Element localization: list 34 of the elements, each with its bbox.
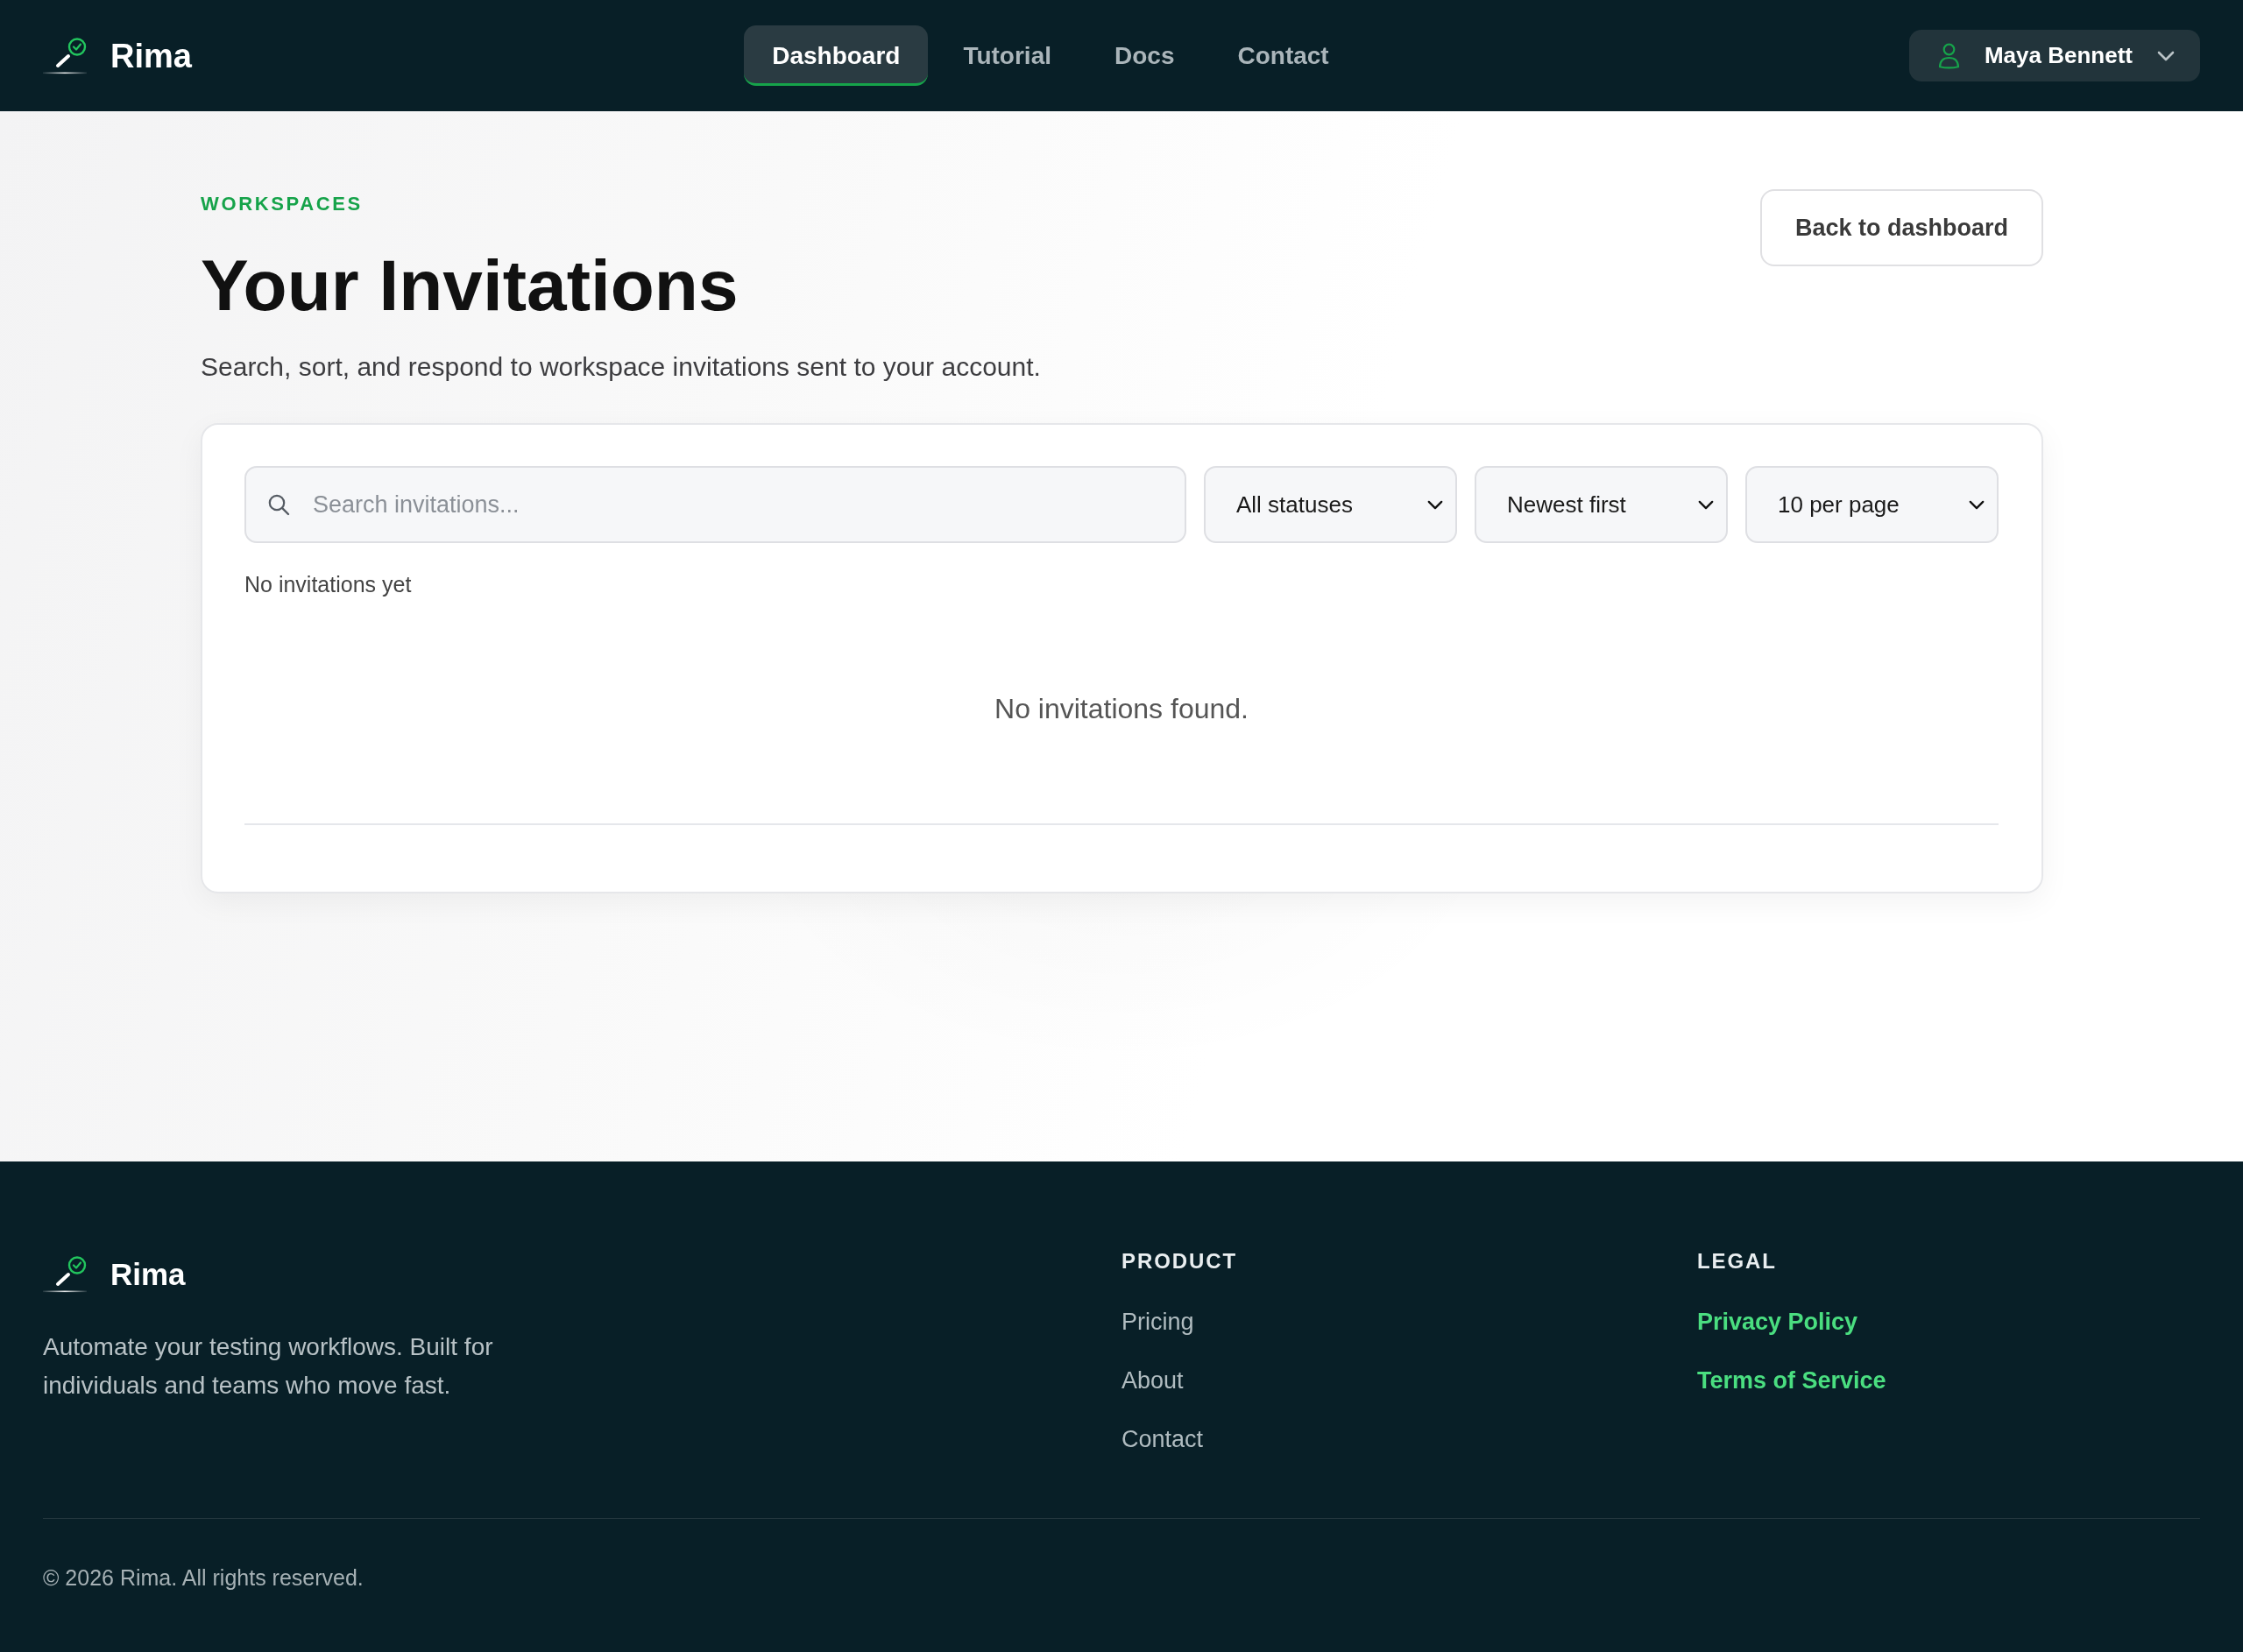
- nav-tab[interactable]: Dashboard: [744, 25, 929, 86]
- footer-brand-name: Rima: [110, 1256, 186, 1293]
- search-icon: [267, 493, 290, 516]
- back-to-dashboard-button[interactable]: Back to dashboard: [1759, 189, 2043, 266]
- footer-link[interactable]: About: [1122, 1363, 1184, 1398]
- page-subtitle: Search, sort, and respond to workspace invitations sent to your account.: [201, 351, 1041, 383]
- chevron-down-icon: [2157, 50, 2175, 61]
- brand-name[interactable]: Rima: [110, 35, 192, 76]
- logo-icon: [43, 37, 87, 74]
- nav-tab[interactable]: Docs: [1086, 25, 1203, 86]
- chevron-down-icon: [1969, 499, 1985, 510]
- copyright-text: © 2026 Rima. All rights reserved.: [43, 1564, 364, 1592]
- section-eyebrow: WORKSPACES: [201, 193, 363, 215]
- dropdown-select[interactable]: All statuses: [1204, 466, 1457, 543]
- footer-link[interactable]: Terms of Service: [1697, 1363, 1886, 1398]
- footer-link[interactable]: Contact: [1122, 1422, 1204, 1457]
- footer-column-heading: PRODUCT: [1122, 1249, 1238, 1274]
- user-menu-button[interactable]: Maya Bennett: [1908, 30, 2200, 81]
- nav-tab[interactable]: Tutorial: [935, 25, 1079, 86]
- footer-column-heading: LEGAL: [1697, 1249, 1777, 1274]
- results-summary: No invitations yet: [244, 571, 412, 598]
- page-title: Your Invitations: [201, 247, 739, 324]
- nav-tab[interactable]: Contact: [1209, 25, 1357, 86]
- footer-tagline: Automate your testing workflows. Built for individuals and teams who move fast.: [43, 1332, 494, 1401]
- chevron-down-icon: [1698, 499, 1714, 510]
- footer-link[interactable]: Pricing: [1122, 1304, 1194, 1339]
- chevron-down-icon: [1427, 499, 1443, 510]
- dropdown-select[interactable]: Newest first: [1475, 466, 1728, 543]
- search-field[interactable]: Search invitations...: [244, 466, 1186, 543]
- empty-state-message: No invitations found.: [994, 693, 1249, 724]
- person-icon: [1937, 42, 1960, 69]
- footer-link[interactable]: Privacy Policy: [1697, 1304, 1858, 1339]
- logo-icon: [43, 1256, 87, 1293]
- dropdown-select[interactable]: 10 per page: [1745, 466, 1999, 543]
